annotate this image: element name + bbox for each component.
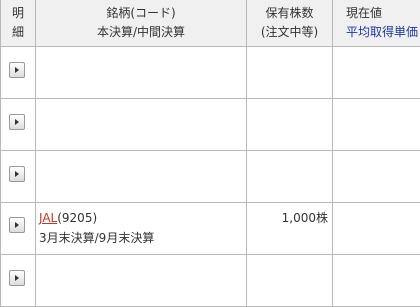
detail-button[interactable] [9,114,25,130]
stock-cell: JAL(9205) 3月末決算/9月末決算 [36,203,247,254]
stock-cell [36,255,247,306]
shares-cell [247,151,333,202]
triangle-right-icon [15,119,19,125]
stock-name-link[interactable]: JAL [39,211,57,225]
triangle-right-icon [15,67,19,73]
header-stock-line2: 本決算/中間決算 [96,25,186,39]
shares-cell [247,99,333,150]
stock-code: (9205) [57,211,98,225]
detail-button[interactable] [9,62,25,78]
header-shares-line1: 保有株数 [265,6,314,20]
price-cell [333,203,420,254]
header-price-line1: 現在値 [346,6,383,20]
table-row [1,47,420,99]
header-detail-line1: 明 [11,6,24,20]
header-price: 現在値 平均取得単価 [333,0,420,46]
shares-cell [247,255,333,306]
stock-cell [36,99,247,150]
header-avg-price-link[interactable]: 平均取得単価 [346,23,418,42]
detail-button[interactable] [9,166,25,182]
header-shares-line2: (注文中等) [260,25,319,39]
table-row [1,255,420,307]
header-detail-line2: 細 [11,25,24,39]
fiscal-period: 3月末決算/9月末決算 [39,231,155,245]
header-shares: 保有株数 (注文中等) [247,0,333,46]
stock-cell [36,151,247,202]
table-row [1,99,420,151]
header-stock: 銘柄(コード) 本決算/中間決算 [36,0,247,46]
detail-cell [1,151,36,202]
shares-cell [247,47,333,98]
price-cell [333,47,420,98]
table-row [1,151,420,203]
detail-cell [1,99,36,150]
shares-value: 1,000株 [281,211,328,225]
detail-button[interactable] [9,217,25,233]
price-cell [333,151,420,202]
detail-cell [1,203,36,254]
price-cell [333,99,420,150]
detail-cell [1,255,36,306]
detail-button[interactable] [9,270,25,286]
triangle-right-icon [15,275,19,281]
table-header-row: 明 細 銘柄(コード) 本決算/中間決算 保有株数 (注文中等) 現在値 平均取… [1,0,420,47]
holdings-table: 明 細 銘柄(コード) 本決算/中間決算 保有株数 (注文中等) 現在値 平均取… [0,0,420,307]
triangle-right-icon [15,171,19,177]
stock-name-line: JAL(9205) [39,209,97,228]
detail-cell [1,47,36,98]
stock-cell [36,47,247,98]
shares-cell: 1,000株 [247,203,333,254]
table-row: JAL(9205) 3月末決算/9月末決算 1,000株 [1,203,420,255]
triangle-right-icon [15,222,19,228]
header-detail: 明 細 [1,0,36,46]
header-stock-line1: 銘柄(コード) [106,6,176,20]
price-cell [333,255,420,306]
